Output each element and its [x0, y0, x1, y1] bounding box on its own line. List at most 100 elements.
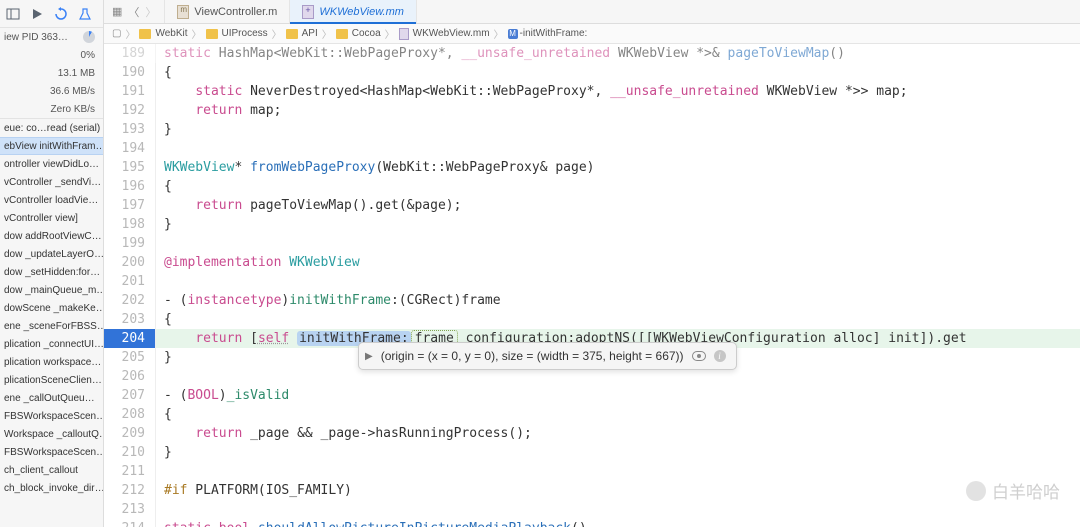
code-line[interactable]: 212#if PLATFORM(IOS_FAMILY) — [104, 481, 1080, 500]
code-content[interactable]: #if PLATFORM(IOS_FAMILY) — [156, 481, 352, 500]
play-icon[interactable] — [30, 7, 44, 21]
code-content[interactable]: { — [156, 177, 172, 196]
callstack-frame[interactable]: ene _sceneForFBSS… — [0, 317, 103, 335]
breadcrumb-segment[interactable]: Cocoa — [336, 28, 381, 39]
disclosure-triangle-icon[interactable]: ▶ — [365, 347, 373, 366]
code-content[interactable]: } — [156, 348, 172, 367]
line-number[interactable]: 199 — [104, 234, 156, 253]
code-content[interactable] — [156, 500, 164, 519]
callstack-frame[interactable]: ch_block_invoke_dir… — [0, 479, 103, 497]
forward-icon[interactable]: 〉 — [145, 4, 156, 20]
code-content[interactable]: return _page && _page->hasRunningProcess… — [156, 424, 532, 443]
code-line[interactable]: 199 — [104, 234, 1080, 253]
code-line[interactable]: 203{ — [104, 310, 1080, 329]
callstack-frame[interactable]: dow _mainQueue_m… — [0, 281, 103, 299]
callstack-frame[interactable]: plicationSceneClien… — [0, 371, 103, 389]
line-number[interactable]: 205 — [104, 348, 156, 367]
callstack-frame[interactable]: FBSWorkspaceScen… — [0, 407, 103, 425]
line-number[interactable]: 209 — [104, 424, 156, 443]
editor-tab[interactable]: ViewController.m — [165, 0, 290, 23]
code-line[interactable]: 193} — [104, 120, 1080, 139]
callstack-frame[interactable]: vController view] — [0, 209, 103, 227]
callstack-frame[interactable]: dow addRootViewC… — [0, 227, 103, 245]
code-content[interactable]: } — [156, 120, 172, 139]
breadcrumb-segment[interactable]: API — [286, 28, 318, 39]
code-content[interactable]: static bool shouldAllowPictureInPictureM… — [156, 519, 587, 527]
flask-icon[interactable] — [78, 7, 92, 21]
code-content[interactable]: } — [156, 443, 172, 462]
line-number[interactable]: 194 — [104, 139, 156, 158]
breadcrumb-root-icon[interactable]: ▢ — [112, 28, 121, 39]
code-line[interactable]: 190{ — [104, 63, 1080, 82]
code-content[interactable]: { — [156, 405, 172, 424]
line-number[interactable]: 201 — [104, 272, 156, 291]
code-content[interactable]: @implementation WKWebView — [156, 253, 360, 272]
code-line[interactable]: 194 — [104, 139, 1080, 158]
line-number[interactable]: 196 — [104, 177, 156, 196]
code-line[interactable]: 196{ — [104, 177, 1080, 196]
callstack-frame[interactable]: plication workspace… — [0, 353, 103, 371]
line-number[interactable]: 189 — [104, 44, 156, 63]
line-number[interactable]: 200 — [104, 253, 156, 272]
callstack-frame[interactable]: dow _updateLayerO… — [0, 245, 103, 263]
code-content[interactable] — [156, 272, 164, 291]
callstack-frame[interactable]: ene _callOutQueu… — [0, 389, 103, 407]
callstack-frame[interactable]: plication _connectUI… — [0, 335, 103, 353]
line-number[interactable]: 211 — [104, 462, 156, 481]
code-line[interactable]: 207- (BOOL)_isValid — [104, 386, 1080, 405]
panel-icon[interactable] — [6, 7, 20, 21]
callstack-frame[interactable]: dowScene _makeKe… — [0, 299, 103, 317]
code-line[interactable]: 189static HashMap<WebKit::WebPageProxy*,… — [104, 44, 1080, 63]
info-icon[interactable]: i — [714, 350, 726, 362]
code-content[interactable]: static HashMap<WebKit::WebPageProxy*, __… — [156, 44, 845, 63]
code-line[interactable]: 192 return map; — [104, 101, 1080, 120]
code-line[interactable]: 201 — [104, 272, 1080, 291]
code-content[interactable] — [156, 139, 164, 158]
code-line[interactable]: 211 — [104, 462, 1080, 481]
line-number[interactable]: 210 — [104, 443, 156, 462]
line-number[interactable]: 204 — [104, 329, 156, 348]
line-number[interactable]: 208 — [104, 405, 156, 424]
code-editor[interactable]: 189static HashMap<WebKit::WebPageProxy*,… — [104, 44, 1080, 527]
code-line[interactable]: 195WKWebView* fromWebPageProxy(WebKit::W… — [104, 158, 1080, 177]
code-content[interactable]: return pageToViewMap().get(&page); — [156, 196, 461, 215]
callstack-frame[interactable]: Workspace _calloutQ… — [0, 425, 103, 443]
line-number[interactable]: 198 — [104, 215, 156, 234]
code-line[interactable]: 198} — [104, 215, 1080, 234]
code-content[interactable]: { — [156, 310, 172, 329]
breadcrumb-segment[interactable]: WebKit — [139, 28, 187, 39]
back-icon[interactable]: 〈 — [128, 4, 139, 20]
call-stack[interactable]: eue: co…read (serial)ebView initWithFram… — [0, 119, 103, 527]
code-line[interactable]: 202- (instancetype)initWithFrame:(CGRect… — [104, 291, 1080, 310]
grid-icon[interactable]: ▦ — [112, 5, 122, 18]
code-line[interactable]: 191 static NeverDestroyed<HashMap<WebKit… — [104, 82, 1080, 101]
line-number[interactable]: 213 — [104, 500, 156, 519]
refresh-icon[interactable] — [54, 7, 68, 21]
code-line[interactable]: 200@implementation WKWebView — [104, 253, 1080, 272]
code-content[interactable]: - (instancetype)initWithFrame:(CGRect)fr… — [156, 291, 501, 310]
callstack-frame[interactable]: dow _setHidden:for… — [0, 263, 103, 281]
breadcrumb[interactable]: ▢〉WebKit〉UIProcess〉API〉Cocoa〉WKWebView.m… — [104, 24, 1080, 44]
code-line[interactable]: 213 — [104, 500, 1080, 519]
code-content[interactable]: return map; — [156, 101, 281, 120]
line-number[interactable]: 195 — [104, 158, 156, 177]
breadcrumb-segment[interactable]: WKWebView.mm — [399, 28, 490, 40]
line-number[interactable]: 190 — [104, 63, 156, 82]
breadcrumb-segment[interactable]: UIProcess — [206, 28, 268, 39]
code-line[interactable]: 209 return _page && _page->hasRunningPro… — [104, 424, 1080, 443]
callstack-frame[interactable]: vController loadVie… — [0, 191, 103, 209]
code-content[interactable]: { — [156, 63, 172, 82]
line-number[interactable]: 191 — [104, 82, 156, 101]
line-number[interactable]: 214 — [104, 519, 156, 527]
code-content[interactable]: static NeverDestroyed<HashMap<WebKit::We… — [156, 82, 908, 101]
line-number[interactable]: 192 — [104, 101, 156, 120]
callstack-frame[interactable]: vController _sendVi… — [0, 173, 103, 191]
callstack-frame[interactable]: FBSWorkspaceScen… — [0, 443, 103, 461]
code-content[interactable] — [156, 462, 164, 481]
quicklook-eye-icon[interactable] — [692, 351, 706, 361]
line-number[interactable]: 203 — [104, 310, 156, 329]
line-number[interactable]: 212 — [104, 481, 156, 500]
breadcrumb-segment[interactable]: M-initWithFrame: — [508, 28, 588, 39]
callstack-frame[interactable]: ontroller viewDidLo… — [0, 155, 103, 173]
line-number[interactable]: 202 — [104, 291, 156, 310]
